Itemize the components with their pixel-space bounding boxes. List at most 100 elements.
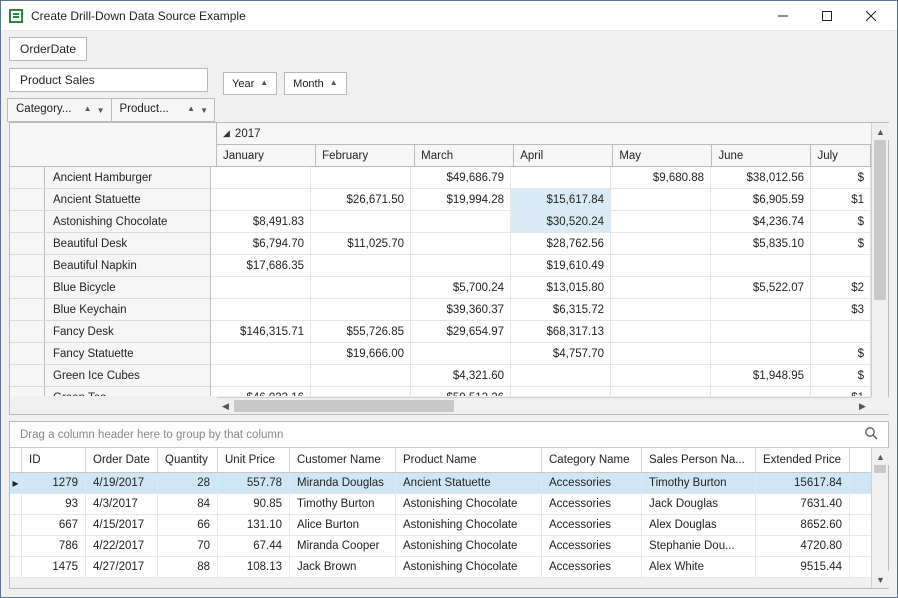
table-cell[interactable]: Accessories (542, 536, 642, 556)
pivot-cell[interactable]: $146,315.71 (211, 321, 311, 343)
pivot-cell[interactable] (211, 299, 311, 321)
month-header[interactable]: May (613, 145, 712, 166)
table-cell[interactable]: 8652.60 (756, 515, 850, 535)
pivot-cell[interactable]: $1,948.95 (711, 365, 811, 387)
table-cell[interactable]: Accessories (542, 473, 642, 493)
row-label[interactable]: Blue Keychain (10, 299, 211, 321)
pivot-cell[interactable] (311, 387, 411, 396)
table-cell[interactable]: Accessories (542, 557, 642, 577)
table-cell[interactable]: Ancient Statuette (396, 473, 542, 493)
year-group-header[interactable]: ◢ 2017 (217, 123, 871, 145)
filter-field-orderdate[interactable]: OrderDate (9, 37, 87, 61)
table-cell[interactable]: 4720.80 (756, 536, 850, 556)
pivot-cell[interactable] (211, 189, 311, 211)
pivot-cell[interactable]: $59,512.26 (411, 387, 511, 396)
column-header[interactable]: Unit Price (218, 448, 290, 472)
pivot-cell[interactable] (511, 387, 611, 396)
detail-vertical-scrollbar[interactable]: ▲ ▼ (871, 448, 888, 588)
pivot-cell[interactable] (611, 233, 711, 255)
column-header[interactable]: Product Name (396, 448, 542, 472)
table-cell[interactable]: Accessories (542, 494, 642, 514)
search-icon[interactable] (864, 426, 878, 443)
pivot-cell[interactable] (311, 365, 411, 387)
pivot-cell[interactable] (411, 343, 511, 365)
row-label[interactable]: Beautiful Napkin (10, 255, 211, 277)
pivot-cell[interactable] (611, 365, 711, 387)
scroll-left-icon[interactable]: ◀ (217, 398, 234, 415)
scroll-right-icon[interactable]: ▶ (854, 398, 871, 415)
table-cell[interactable]: Alice Burton (290, 515, 396, 535)
column-header[interactable]: ID (22, 448, 86, 472)
pivot-cell[interactable] (611, 211, 711, 233)
table-cell[interactable]: 70 (158, 536, 218, 556)
table-cell[interactable]: 15617.84 (756, 473, 850, 493)
table-cell[interactable]: 4/19/2017 (86, 473, 158, 493)
month-header[interactable]: June (712, 145, 811, 166)
pivot-cell[interactable] (611, 277, 711, 299)
pivot-cell[interactable] (611, 189, 711, 211)
pivot-horizontal-scrollbar[interactable]: ◀ ▶ (217, 397, 871, 414)
month-header[interactable]: April (514, 145, 613, 166)
pivot-cell[interactable] (811, 321, 871, 343)
row-label[interactable]: Green Tea (10, 387, 211, 396)
row-label[interactable]: Astonishing Chocolate (10, 211, 211, 233)
table-cell[interactable]: Jack Douglas (642, 494, 756, 514)
table-cell[interactable]: Alex White (642, 557, 756, 577)
table-cell[interactable]: 7631.40 (756, 494, 850, 514)
dropdown-icon[interactable]: ▼ (97, 106, 105, 115)
row-label[interactable]: Fancy Statuette (10, 343, 211, 365)
column-header[interactable]: Extended Price (756, 448, 850, 472)
pivot-cell[interactable] (711, 321, 811, 343)
table-cell[interactable]: Timothy Burton (290, 494, 396, 514)
pivot-cell[interactable]: $15,617.84 (511, 189, 611, 211)
pivot-cell[interactable]: $38,012.56 (711, 167, 811, 189)
month-header[interactable]: January (217, 145, 316, 166)
column-header[interactable]: Order Date (86, 448, 158, 472)
month-header[interactable]: March (415, 145, 514, 166)
pivot-cell[interactable] (811, 255, 871, 277)
pivot-cell[interactable] (311, 277, 411, 299)
pivot-cell[interactable] (411, 211, 511, 233)
table-cell[interactable]: Timothy Burton (642, 473, 756, 493)
table-cell[interactable]: Miranda Cooper (290, 536, 396, 556)
pivot-cell[interactable]: $68,317.13 (511, 321, 611, 343)
table-cell[interactable]: Accessories (542, 515, 642, 535)
table-row[interactable]: 934/3/20178490.85Timothy BurtonAstonishi… (10, 494, 871, 515)
col-field-year[interactable]: Year▲ (223, 72, 277, 95)
pivot-cell[interactable] (411, 233, 511, 255)
pivot-cell[interactable]: $9,680.88 (611, 167, 711, 189)
pivot-cell[interactable]: $11,025.70 (311, 233, 411, 255)
pivot-cell[interactable] (211, 343, 311, 365)
table-row[interactable]: 7864/22/20177067.44Miranda CooperAstonis… (10, 536, 871, 557)
pivot-cell[interactable]: $ (811, 343, 871, 365)
pivot-cell[interactable] (611, 387, 711, 396)
table-cell[interactable]: 786 (22, 536, 86, 556)
table-cell[interactable]: Astonishing Chocolate (396, 536, 542, 556)
table-cell[interactable]: Stephanie Dou... (642, 536, 756, 556)
pivot-cell[interactable] (311, 299, 411, 321)
pivot-cell[interactable]: $19,610.49 (511, 255, 611, 277)
pivot-cell[interactable] (311, 211, 411, 233)
group-by-panel[interactable]: Drag a column header here to group by th… (10, 422, 888, 448)
pivot-cell[interactable]: $5,700.24 (411, 277, 511, 299)
table-cell[interactable]: 84 (158, 494, 218, 514)
row-field-product[interactable]: Product... ▲ ▼ (111, 98, 216, 122)
pivot-cell[interactable] (511, 167, 611, 189)
row-label[interactable]: Fancy Desk (10, 321, 211, 343)
table-cell[interactable]: 93 (22, 494, 86, 514)
table-cell[interactable]: Alex Douglas (642, 515, 756, 535)
table-cell[interactable]: 66 (158, 515, 218, 535)
pivot-cell[interactable]: $26,671.50 (311, 189, 411, 211)
pivot-cell[interactable] (411, 255, 511, 277)
table-cell[interactable]: 1279 (22, 473, 86, 493)
pivot-cell[interactable] (511, 365, 611, 387)
table-cell[interactable]: 4/3/2017 (86, 494, 158, 514)
col-field-month[interactable]: Month▲ (284, 72, 347, 95)
month-header[interactable]: July (811, 145, 871, 166)
close-button[interactable] (849, 1, 893, 31)
pivot-cell[interactable]: $28,762.56 (511, 233, 611, 255)
row-field-category[interactable]: Category... ▲ ▼ (7, 98, 112, 122)
pivot-cell[interactable] (211, 277, 311, 299)
pivot-cell[interactable] (611, 255, 711, 277)
column-header[interactable]: Customer Name (290, 448, 396, 472)
